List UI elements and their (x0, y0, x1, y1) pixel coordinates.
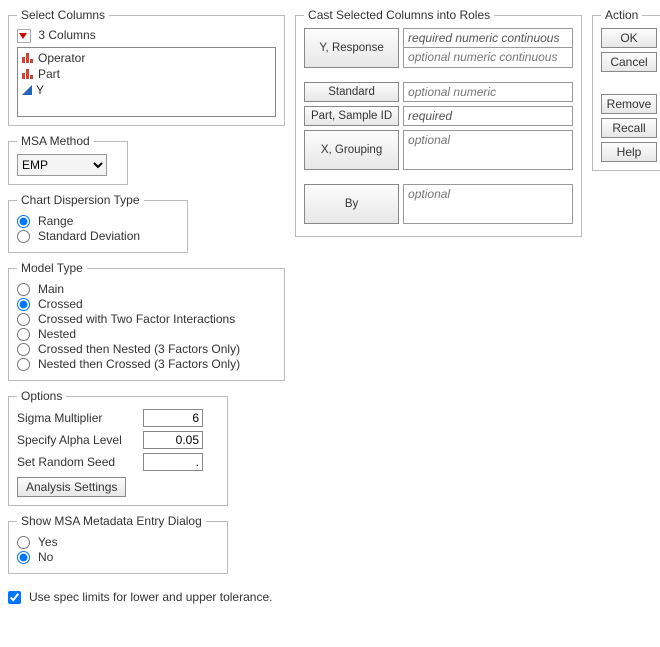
spec-limits-checkbox[interactable]: Use spec limits for lower and upper tole… (8, 590, 285, 604)
part-sampleid-button[interactable]: Part, Sample ID (304, 106, 399, 126)
action-legend: Action (601, 8, 642, 22)
metadata-yes-radio[interactable]: Yes (17, 535, 219, 549)
nominal-icon (22, 69, 34, 79)
select-columns-group: Select Columns 3 Columns Operator Part Y (8, 8, 285, 126)
chart-dispersion-group: Chart Dispersion Type Range Standard Dev… (8, 193, 188, 253)
sigma-label: Sigma Multiplier (17, 411, 137, 425)
ok-button[interactable]: OK (601, 28, 657, 48)
part-sampleid-field[interactable]: required (403, 106, 573, 126)
model-nested-radio[interactable]: Nested (17, 327, 276, 341)
model-crossed-nested-radio[interactable]: Crossed then Nested (3 Factors Only) (17, 342, 276, 356)
cast-roles-legend: Cast Selected Columns into Roles (304, 8, 494, 22)
nominal-icon (22, 53, 34, 63)
msa-method-select[interactable]: EMP (17, 154, 107, 176)
help-button[interactable]: Help (601, 142, 657, 162)
columns-listbox[interactable]: Operator Part Y (17, 47, 276, 117)
columns-count-label: 3 Columns (38, 28, 95, 42)
x-grouping-field[interactable]: optional (403, 130, 573, 170)
model-type-group: Model Type Main Crossed Crossed with Two… (8, 261, 285, 381)
model-main-radio[interactable]: Main (17, 282, 276, 296)
msa-method-legend: MSA Method (17, 134, 94, 148)
y-response-optional-field[interactable]: optional numeric continuous (403, 48, 573, 68)
metadata-no-radio[interactable]: No (17, 550, 219, 564)
model-nested-crossed-radio[interactable]: Nested then Crossed (3 Factors Only) (17, 357, 276, 371)
standard-button[interactable]: Standard (304, 82, 399, 102)
columns-disclosure-icon[interactable] (17, 29, 31, 43)
model-crossed2fi-radio[interactable]: Crossed with Two Factor Interactions (17, 312, 276, 326)
list-item-label: Y (36, 83, 44, 97)
msa-method-group: MSA Method EMP (8, 134, 128, 185)
cast-roles-group: Cast Selected Columns into Roles Y, Resp… (295, 8, 582, 237)
spec-limits-label: Use spec limits for lower and upper tole… (29, 590, 272, 604)
continuous-icon (22, 85, 32, 95)
seed-label: Set Random Seed (17, 455, 137, 469)
list-item[interactable]: Y (20, 82, 273, 98)
dispersion-stddev-radio[interactable]: Standard Deviation (17, 229, 179, 243)
select-columns-legend: Select Columns (17, 8, 109, 22)
options-group: Options Sigma Multiplier Specify Alpha L… (8, 389, 228, 506)
metadata-dialog-legend: Show MSA Metadata Entry Dialog (17, 514, 206, 528)
action-group: Action OK Cancel Remove Recall Help (592, 8, 660, 171)
standard-field[interactable]: optional numeric (403, 82, 573, 102)
list-item[interactable]: Operator (20, 50, 273, 66)
alpha-label: Specify Alpha Level (17, 433, 137, 447)
options-legend: Options (17, 389, 66, 403)
by-button[interactable]: By (304, 184, 399, 224)
sigma-input[interactable] (143, 409, 203, 427)
y-response-required-field[interactable]: required numeric continuous (403, 28, 573, 48)
list-item[interactable]: Part (20, 66, 273, 82)
analysis-settings-button[interactable]: Analysis Settings (17, 477, 126, 497)
y-response-button[interactable]: Y, Response (304, 28, 399, 68)
list-item-label: Operator (38, 51, 85, 65)
columns-count-row[interactable]: 3 Columns (17, 28, 276, 43)
remove-button[interactable]: Remove (601, 94, 657, 114)
by-field[interactable]: optional (403, 184, 573, 224)
x-grouping-button[interactable]: X, Grouping (304, 130, 399, 170)
alpha-input[interactable] (143, 431, 203, 449)
recall-button[interactable]: Recall (601, 118, 657, 138)
cancel-button[interactable]: Cancel (601, 52, 657, 72)
chart-dispersion-legend: Chart Dispersion Type (17, 193, 144, 207)
seed-input[interactable] (143, 453, 203, 471)
dispersion-range-radio[interactable]: Range (17, 214, 179, 228)
model-type-legend: Model Type (17, 261, 87, 275)
list-item-label: Part (38, 67, 60, 81)
model-crossed-radio[interactable]: Crossed (17, 297, 276, 311)
metadata-dialog-group: Show MSA Metadata Entry Dialog Yes No (8, 514, 228, 574)
